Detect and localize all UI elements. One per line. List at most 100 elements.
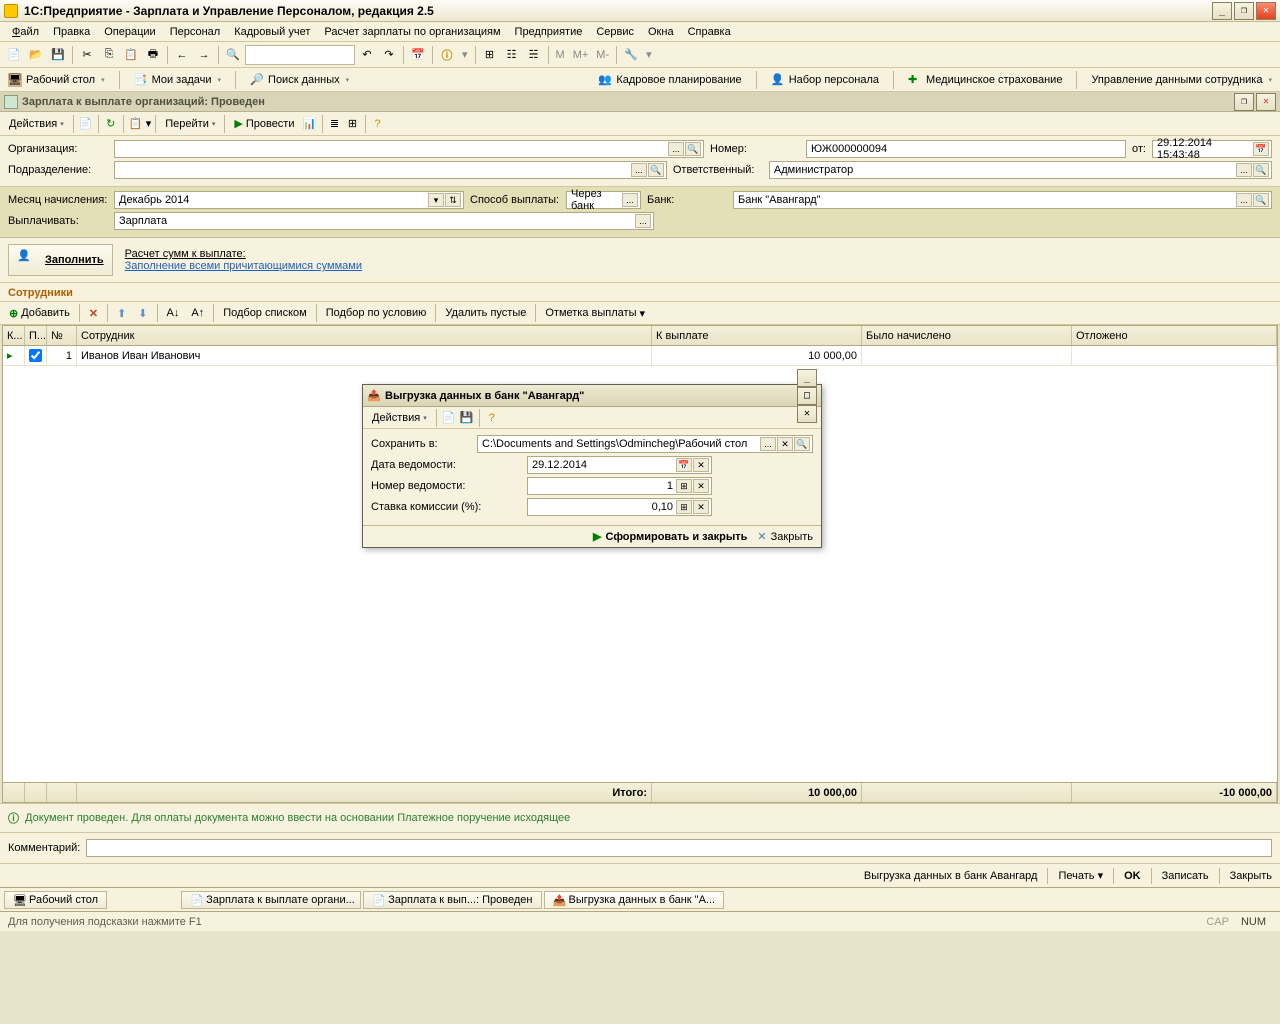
find-icon[interactable]: 🔍 bbox=[223, 45, 243, 65]
month-input[interactable]: Декабрь 2014▾⇅ bbox=[114, 191, 464, 209]
menu-ops[interactable]: Операции bbox=[98, 24, 161, 40]
pick-cond-button[interactable]: Подбор по условию bbox=[321, 305, 432, 321]
pick-list-button[interactable]: Подбор списком bbox=[218, 305, 312, 321]
col-p[interactable]: П... bbox=[25, 326, 47, 345]
provesti2-icon[interactable]: 📊 bbox=[302, 116, 318, 132]
menu-hr[interactable]: Кадровый учет bbox=[228, 24, 316, 40]
calendar-icon[interactable]: 📅 bbox=[1253, 142, 1269, 156]
menu-personnel[interactable]: Персонал bbox=[164, 24, 227, 40]
forward-icon[interactable]: → bbox=[194, 45, 214, 65]
menu-payroll[interactable]: Расчет зарплаты по организациям bbox=[318, 24, 506, 40]
doc-restore-button[interactable]: ❐ bbox=[1234, 93, 1254, 111]
savein-input[interactable]: C:\Documents and Settings\Odmincheg\Рабо… bbox=[477, 435, 813, 453]
dept-input[interactable]: ...🔍 bbox=[114, 161, 667, 179]
tree-icon[interactable]: ☷ bbox=[502, 45, 522, 65]
menu-company[interactable]: Предприятие bbox=[509, 24, 589, 40]
col-accrued[interactable]: Было начислено bbox=[862, 326, 1072, 345]
dialog-new-icon[interactable]: 📄 bbox=[441, 410, 457, 426]
ok-button[interactable]: OK bbox=[1124, 870, 1141, 882]
copy-icon[interactable]: ⎘ bbox=[99, 45, 119, 65]
task-dialog[interactable]: 📤Выгрузка данных в банк "А... bbox=[544, 891, 724, 909]
mark-pay-menu[interactable]: Отметка выплаты▾ bbox=[540, 305, 650, 322]
dd-icon[interactable]: ▾ bbox=[459, 48, 471, 61]
dd3-icon[interactable]: ▾ bbox=[146, 117, 152, 130]
new-icon[interactable]: 📄 bbox=[4, 45, 24, 65]
back-icon[interactable]: ← bbox=[172, 45, 192, 65]
org-input[interactable]: ...🔍 bbox=[114, 140, 704, 158]
table-row[interactable]: ▸ 1 Иванов Иван Иванович 10 000,00 bbox=[3, 346, 1277, 366]
panel-recruit[interactable]: 👤Набор персонала bbox=[767, 71, 883, 89]
task-doc2[interactable]: 📄Зарплата к вып...: Проведен bbox=[363, 891, 541, 909]
add-row-button[interactable]: ⊕Добавить bbox=[4, 305, 75, 322]
ellipsis-icon[interactable]: ... bbox=[1236, 163, 1252, 177]
open-icon[interactable]: 📂 bbox=[26, 45, 46, 65]
save-icon[interactable]: 💾 bbox=[48, 45, 68, 65]
ellipsis-icon[interactable]: ... bbox=[622, 193, 638, 207]
move-down-icon[interactable]: ⬇ bbox=[133, 305, 152, 322]
memory-mminus[interactable]: M- bbox=[593, 49, 612, 61]
help-icon[interactable]: ? bbox=[370, 116, 386, 132]
goto-menu[interactable]: Перейти▾ bbox=[160, 116, 220, 132]
col-deferred[interactable]: Отложено bbox=[1072, 326, 1277, 345]
actions-menu[interactable]: Действия▾ bbox=[4, 116, 69, 132]
export-button[interactable]: Выгрузка данных в банк Авангард bbox=[864, 870, 1038, 882]
calc-icon[interactable]: ⊞ bbox=[676, 500, 692, 514]
sort-asc-icon[interactable]: A↓ bbox=[162, 305, 185, 321]
col-k[interactable]: К... bbox=[3, 326, 25, 345]
calendar-icon[interactable]: 📅 bbox=[408, 45, 428, 65]
panel-data-mgmt[interactable]: Управление данными сотрудника▾ bbox=[1087, 72, 1276, 88]
clear-icon[interactable]: ✕ bbox=[693, 479, 709, 493]
tree2-icon[interactable]: ⊞ bbox=[345, 116, 361, 132]
row-checkbox[interactable] bbox=[25, 346, 47, 365]
dlg-rate-input[interactable]: 0,10⊞✕ bbox=[527, 498, 712, 516]
panel-desktop[interactable]: 🖥Рабочий стол▾ bbox=[4, 71, 109, 89]
find-combo[interactable] bbox=[245, 45, 355, 65]
print-icon[interactable]: 🖶 bbox=[143, 45, 163, 65]
col-emp[interactable]: Сотрудник bbox=[77, 326, 652, 345]
clear-icon[interactable]: ✕ bbox=[693, 500, 709, 514]
doc-close-button[interactable]: ✕ bbox=[1256, 93, 1276, 111]
cut-icon[interactable]: ✂ bbox=[77, 45, 97, 65]
memory-m[interactable]: M bbox=[553, 49, 568, 61]
dialog-maximize-button[interactable]: □ bbox=[797, 387, 817, 405]
move-up-icon[interactable]: ⬆ bbox=[112, 305, 131, 322]
dialog-actions-menu[interactable]: Действия▾ bbox=[367, 410, 432, 426]
search-icon[interactable]: 🔍 bbox=[648, 163, 664, 177]
panel-hr-plan[interactable]: 👥Кадровое планирование bbox=[594, 71, 745, 89]
del-empty-button[interactable]: Удалить пустые bbox=[440, 305, 531, 321]
close-button[interactable]: Закрыть bbox=[1230, 870, 1272, 882]
save-button[interactable]: Записать bbox=[1162, 870, 1209, 882]
minimize-button[interactable]: _ bbox=[1212, 2, 1232, 20]
ellipsis-icon[interactable]: ... bbox=[668, 142, 684, 156]
bank-input[interactable]: Банк "Авангард"...🔍 bbox=[733, 191, 1272, 209]
paymethod-input[interactable]: Через банк... bbox=[566, 191, 641, 209]
find-next-icon[interactable]: ↷ bbox=[379, 45, 399, 65]
close-button[interactable]: ✕ bbox=[1256, 2, 1276, 20]
ellipsis-icon[interactable]: ... bbox=[631, 163, 647, 177]
dlg-date-input[interactable]: 29.12.2014📅✕ bbox=[527, 456, 712, 474]
menu-edit[interactable]: Правка bbox=[47, 24, 96, 40]
print-menu[interactable]: Печать ▾ bbox=[1058, 869, 1103, 882]
col-topay[interactable]: К выплате bbox=[652, 326, 862, 345]
number-input[interactable]: ЮЖ000000094 bbox=[806, 140, 1126, 158]
search-icon[interactable]: 🔍 bbox=[1253, 163, 1269, 177]
dialog-close-button[interactable]: ✕ bbox=[797, 405, 817, 423]
clear-icon[interactable]: ✕ bbox=[693, 458, 709, 472]
refresh-icon[interactable]: ↻ bbox=[103, 116, 119, 132]
menu-file[interactable]: Файл bbox=[6, 24, 45, 40]
search-icon[interactable]: 🔍 bbox=[794, 437, 810, 451]
menu-help[interactable]: Справка bbox=[682, 24, 737, 40]
task-desktop[interactable]: 🖥Рабочий стол bbox=[4, 891, 107, 909]
task-doc1[interactable]: 📄Зарплата к выплате органи... bbox=[181, 891, 361, 909]
dialog-save-icon[interactable]: 💾 bbox=[459, 410, 475, 426]
dlg-num-input[interactable]: 1⊞✕ bbox=[527, 477, 712, 495]
panel-search[interactable]: 🔎Поиск данных▾ bbox=[246, 71, 353, 89]
form-and-close-button[interactable]: ▶Сформировать и закрыть bbox=[593, 530, 747, 543]
sort-desc-icon[interactable]: A↑ bbox=[186, 305, 209, 321]
search-icon[interactable]: 🔍 bbox=[685, 142, 701, 156]
date-input[interactable]: 29.12.2014 15:43:48📅 bbox=[1152, 140, 1272, 158]
menu-windows[interactable]: Окна bbox=[642, 24, 680, 40]
wrench-icon[interactable]: 🔧 bbox=[621, 45, 641, 65]
fill-line2-link[interactable]: Заполнение всеми причитающимися суммами bbox=[125, 260, 362, 272]
struct-icon[interactable]: ≣ bbox=[327, 116, 343, 132]
